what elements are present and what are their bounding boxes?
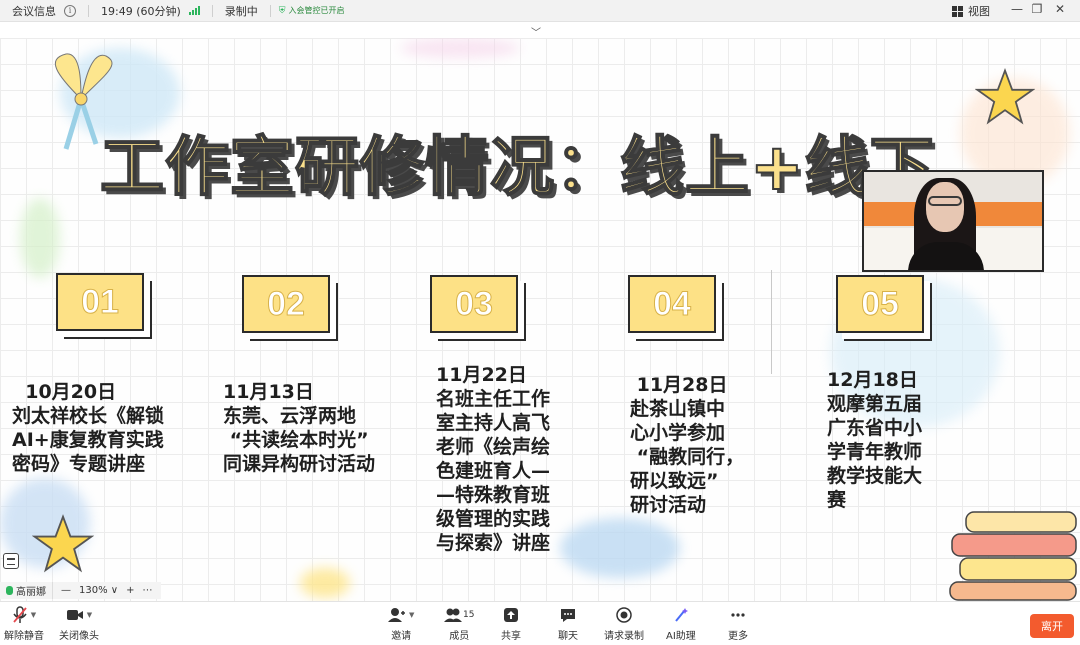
more-icon [731,613,745,617]
collapse-toolbar-chevron-icon[interactable]: ﹀ [531,24,541,39]
share-screen-icon [504,608,518,622]
slide-divider-line [771,270,772,374]
close-button[interactable]: ✕ [1052,2,1068,16]
meeting-toolbar: ▼ 解除静音 ▼ 关闭像头 ▼ 邀请 15 成员 共享 聊天 请求录制 AI助理… [0,601,1080,645]
chevron-down-icon[interactable]: ▼ [409,611,414,619]
decor-blob [400,38,520,58]
shield-check-icon: ⛨ [278,5,286,16]
invite-user-icon [388,608,405,622]
unmute-button[interactable]: ▼ 解除静音 [4,606,44,642]
speaker-video-tile[interactable] [862,170,1044,272]
members-label: 成员 [449,631,470,642]
zoom-level: 130% [79,585,108,596]
chat-button[interactable]: 聊天 [558,606,578,642]
item-number-03: 03 [430,275,518,333]
camera-button[interactable]: ▼ 关闭像头 [59,606,99,642]
request-recording-label: 请求录制 [604,631,644,642]
members-button[interactable]: 15 成员 [444,606,474,642]
view-button[interactable]: 视图 [952,3,990,19]
zoom-level-select[interactable]: 130% ∨ [79,585,118,596]
member-count: 15 [463,610,475,620]
books-decoration [949,511,1077,601]
zoom-in-button[interactable]: + [126,585,134,596]
star-decoration [32,514,94,573]
decor-blob [300,568,350,598]
item-text-03: 11月22日 名班主任工作 室主持人高飞 老师《绘声绘 色建班育人— —特殊教育… [436,364,551,554]
grid-view-icon [952,5,963,17]
item-number-02: 02 [242,275,330,333]
camera-icon [66,610,83,620]
sharer-name: 高丽娜 [16,587,46,598]
members-icon [444,608,462,622]
camera-label: 关闭像头 [59,631,99,642]
decor-blob [560,518,680,578]
star-decoration [975,68,1035,125]
invite-button[interactable]: ▼ 邀请 [388,606,414,642]
zoom-out-button[interactable]: — [61,585,71,596]
info-icon[interactable]: i [64,4,76,17]
item-number-05: 05 [836,275,924,333]
recording-label: 录制中 [224,4,258,18]
zoom-control: — 130% ∨ + ⋯ [53,585,153,596]
mic-muted-icon [13,606,27,623]
chat-label: 聊天 [558,631,578,642]
divider [88,4,89,17]
minimize-button[interactable]: — [1009,2,1025,16]
invite-label: 邀请 [391,631,412,642]
divider [269,4,271,17]
network-signal-icon[interactable] [188,6,200,15]
chevron-down-icon[interactable]: ▼ [87,611,92,619]
recording-status[interactable]: 录制中 [225,3,258,19]
shared-slide: 工作室研修情况：线上+线下 01 02 03 04 05 10月20日 刘太祥校… [0,38,1080,601]
share-button[interactable]: 共享 [501,606,521,642]
item-text-04: 11月28日 赴茶山镇中 心小学参加 “融教同行， 研以致远” 研讨活动 [630,374,745,516]
speaker-figure [928,196,962,206]
sharer-name-tag: 高丽娜 [0,582,53,599]
unmute-label: 解除静音 [4,631,44,642]
chat-icon [561,609,575,622]
leave-meeting-button[interactable]: 离开 [1030,614,1074,638]
share-status-strip: 高丽娜 — 130% ∨ + ⋯ [0,582,161,599]
more-button[interactable]: 更多 [728,606,748,642]
meeting-time-text: 19:49 (60分钟) [101,4,181,18]
chevron-down-icon[interactable]: ▼ [31,611,36,619]
request-recording-button[interactable]: 请求录制 [604,606,644,642]
item-number-04: 04 [628,275,716,333]
ai-assistant-label: AI助理 [666,631,696,642]
ai-assistant-icon [675,608,688,622]
annotation-icon[interactable] [3,553,19,569]
view-label: 视图 [968,5,990,18]
decor-blob [20,198,60,278]
restore-button[interactable]: ❐ [1029,2,1045,16]
slide-title: 工作室研修情况：线上+线下 [99,130,935,206]
share-label: 共享 [501,631,521,642]
entry-control-text: 入会管控已开启 [288,6,345,15]
item-text-05: 12月18日 观摩第五届 广东省中小 学青年教师 教学技能大 赛 [827,369,923,511]
meeting-topbar: 会议信息 i 19:49 (60分钟) 录制中 ⛨ 入会管控已开启 视图 — ❐… [0,0,1080,22]
meeting-time: 19:49 (60分钟) [101,3,200,19]
item-number-01: 01 [56,273,144,331]
meeting-info-button[interactable]: 会议信息 i [12,3,76,19]
more-options-icon[interactable]: ⋯ [143,585,153,596]
chevron-down-icon: ∨ [110,585,119,596]
record-icon [616,607,632,623]
ai-assistant-button[interactable]: AI助理 [666,606,696,642]
meeting-window: 会议信息 i 19:49 (60分钟) 录制中 ⛨ 入会管控已开启 视图 — ❐… [0,0,1080,645]
more-label: 更多 [728,631,748,642]
entry-control-badge[interactable]: ⛨ 入会管控已开启 [279,5,345,16]
speaker-figure [926,182,964,232]
item-text-01: 10月20日 刘太祥校长《解锁 AI+康复教育实践 密码》专题讲座 [12,381,165,475]
meeting-info-label: 会议信息 [12,4,56,18]
divider [211,4,213,17]
mic-active-icon [6,586,13,595]
item-text-02: 11月13日 东莞、云浮两地 “共读绘本时光” 同课异构研讨活动 [223,381,376,475]
